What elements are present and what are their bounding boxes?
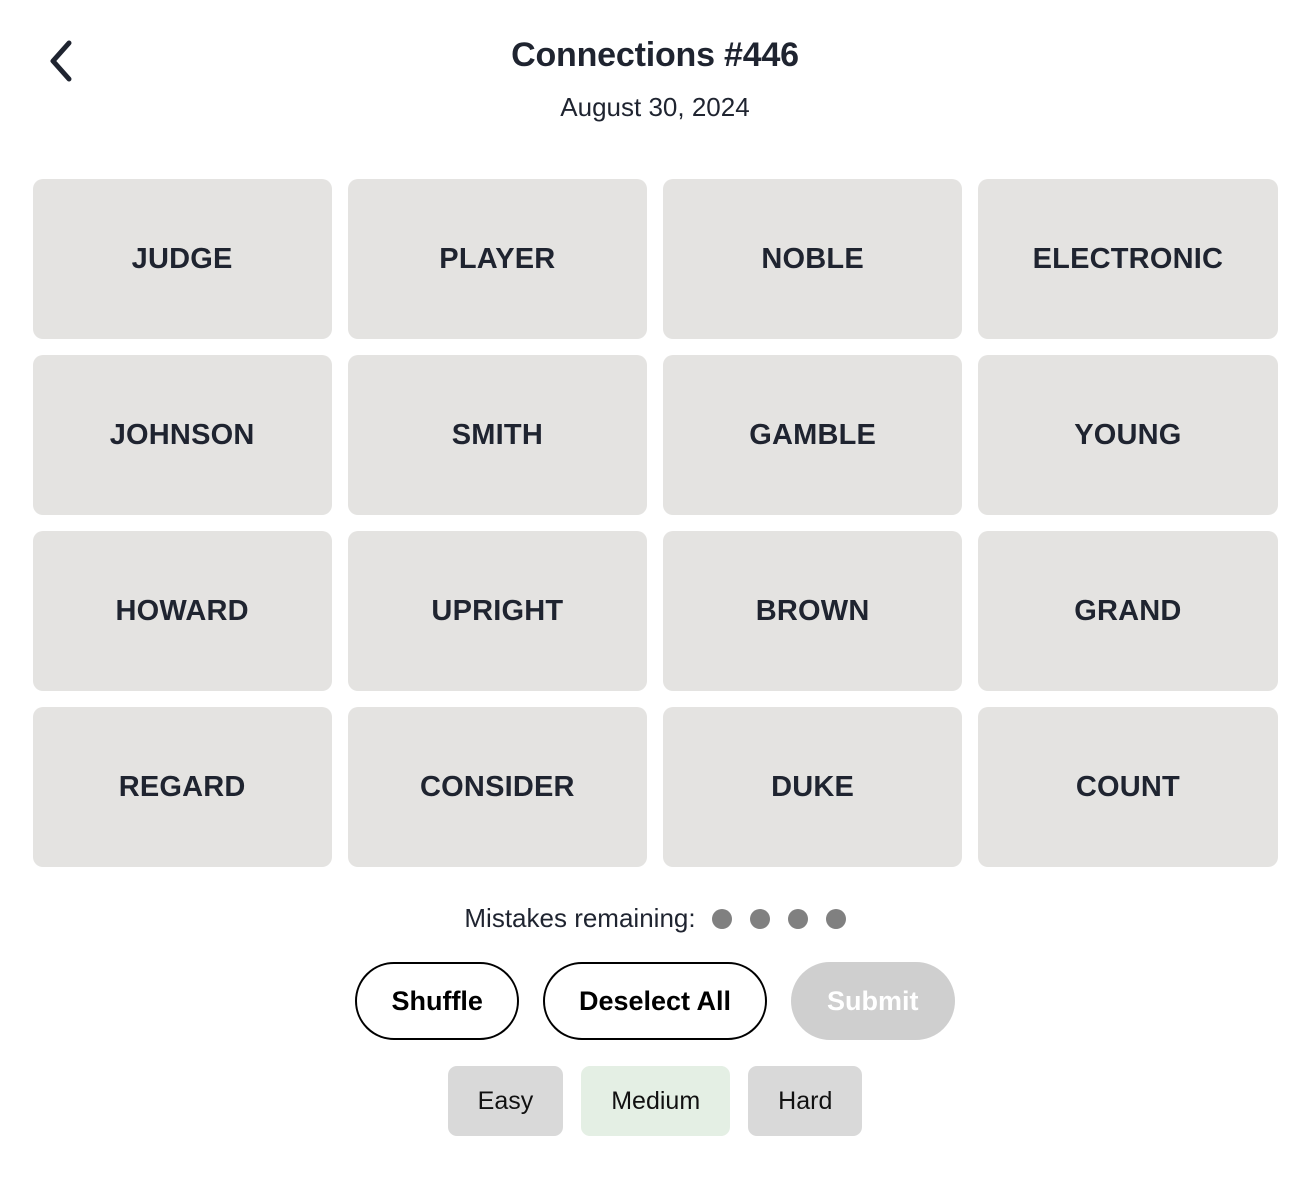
word-tile[interactable]: GRAND [978, 531, 1278, 691]
mistake-dot [825, 908, 846, 929]
word-tile[interactable]: BROWN [663, 531, 963, 691]
mistake-dot [787, 908, 808, 929]
deselect-all-button[interactable]: Deselect All [542, 962, 768, 1040]
word-tile[interactable]: REGARD [32, 707, 332, 867]
page-title: Connections #446 [511, 36, 799, 74]
word-tile[interactable]: JUDGE [32, 179, 332, 339]
difficulty-selector: Easy Medium Hard [0, 1066, 1310, 1136]
difficulty-option-easy[interactable]: Easy [447, 1066, 564, 1136]
word-tile[interactable]: COUNT [978, 707, 1278, 867]
mistakes-remaining: Mistakes remaining: [0, 903, 1310, 934]
word-tile[interactable]: HOWARD [32, 531, 332, 691]
action-buttons: Shuffle Deselect All Submit [0, 962, 1310, 1040]
word-tile[interactable]: NOBLE [663, 179, 963, 339]
connections-app: Connections #446 August 30, 2024 JUDGE P… [0, 0, 1310, 1195]
word-tile[interactable]: JOHNSON [32, 355, 332, 515]
submit-button[interactable]: Submit [791, 962, 955, 1040]
word-tile[interactable]: DUKE [663, 707, 963, 867]
shuffle-button[interactable]: Shuffle [355, 962, 519, 1040]
word-tile[interactable]: UPRIGHT [347, 531, 647, 691]
word-tile[interactable]: GAMBLE [663, 355, 963, 515]
word-tile[interactable]: SMITH [347, 355, 647, 515]
word-grid: JUDGE PLAYER NOBLE ELECTRONIC JOHNSON SM… [32, 179, 1278, 867]
word-tile[interactable]: PLAYER [347, 179, 647, 339]
app-header: Connections #446 [0, 0, 1310, 110]
word-tile[interactable]: YOUNG [978, 355, 1278, 515]
word-tile[interactable]: ELECTRONIC [978, 179, 1278, 339]
mistake-dots [711, 908, 846, 929]
mistakes-label: Mistakes remaining: [464, 903, 696, 933]
difficulty-option-hard[interactable]: Hard [748, 1066, 863, 1136]
mistake-dot [749, 908, 770, 929]
chevron-left-icon [46, 40, 76, 82]
mistake-dot [711, 908, 732, 929]
back-button[interactable] [34, 34, 88, 88]
word-tile[interactable]: CONSIDER [347, 707, 647, 867]
difficulty-option-medium[interactable]: Medium [581, 1066, 731, 1136]
